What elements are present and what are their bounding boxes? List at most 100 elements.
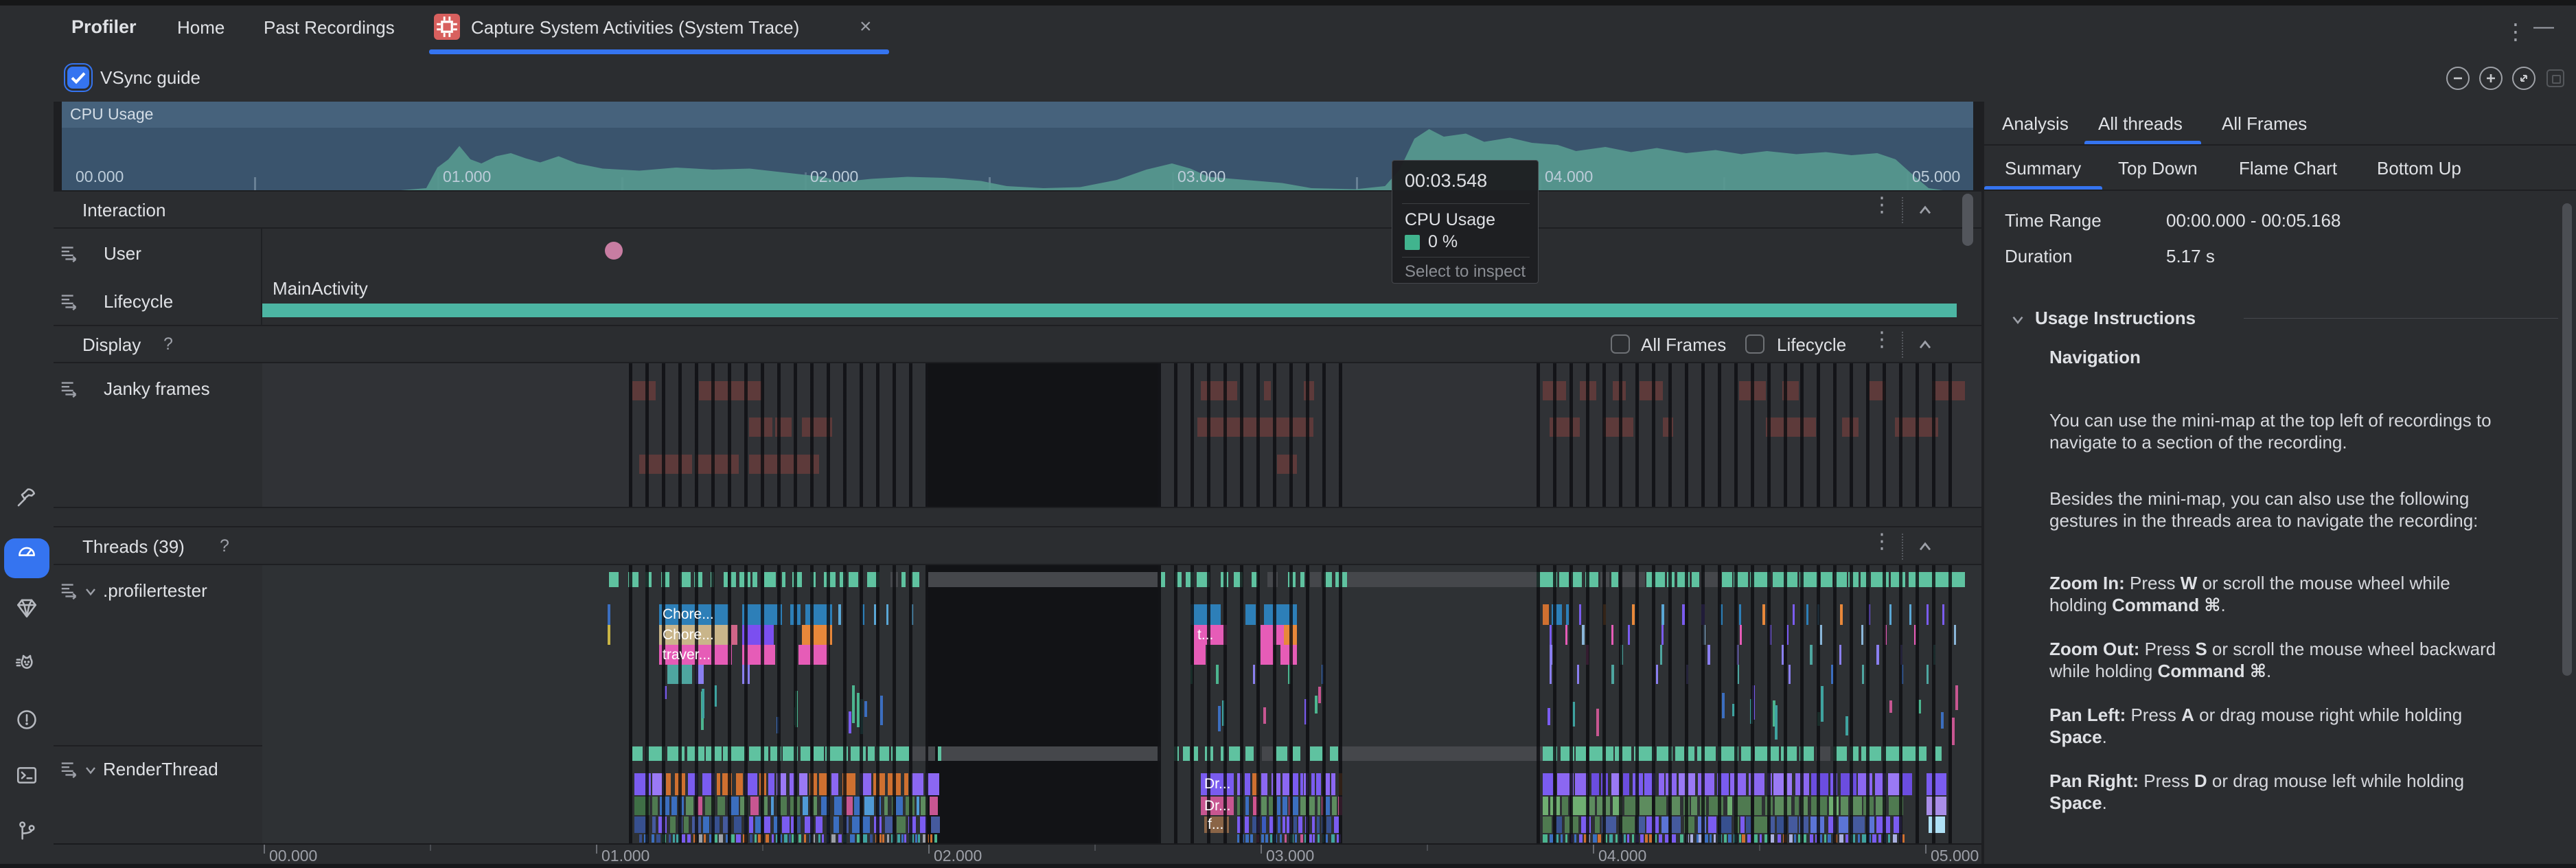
trace-event-block xyxy=(722,773,732,795)
renderthread-thread-track[interactable]: Dr...Dr...f... xyxy=(262,745,1981,843)
trace-event-block xyxy=(1309,797,1315,815)
cpu-minimap[interactable]: CPU Usage 00.00001.00002.00003.00004.000… xyxy=(62,102,1973,190)
trace-event-block xyxy=(1316,773,1321,795)
trace-event-block xyxy=(705,797,714,815)
lifecycle-track-label: Lifecycle xyxy=(104,291,173,312)
trace-event-block xyxy=(1621,572,1645,587)
display-section-header[interactable]: Display ? All Frames Lifecycle ⋮ xyxy=(54,325,1981,363)
trace-event-block xyxy=(1750,699,1753,724)
trace-event-block xyxy=(875,834,877,843)
track-config-icon[interactable] xyxy=(59,580,80,601)
zoom-in-button[interactable] xyxy=(2479,67,2503,90)
track-config-icon[interactable] xyxy=(59,378,80,399)
tab-past-recordings[interactable]: Past Recordings xyxy=(264,17,395,38)
running-devices-icon[interactable] xyxy=(15,652,38,676)
tab-capture-system-activities[interactable]: Capture System Activities (System Trace) xyxy=(471,17,799,38)
trace-event-block xyxy=(1660,645,1662,665)
trace-event-block xyxy=(851,746,866,761)
trace-event-block xyxy=(1918,700,1921,713)
trace-event-block xyxy=(901,572,906,587)
tab-home[interactable]: Home xyxy=(177,17,225,38)
instruction-key-text: Pan Right: xyxy=(2049,770,2139,791)
janky-frames-row[interactable]: Janky frames xyxy=(54,363,262,507)
problems-icon[interactable] xyxy=(15,708,38,731)
renderthread-thread-row[interactable]: RenderThread xyxy=(54,745,262,843)
display-more-icon[interactable]: ⋮ xyxy=(1872,335,1888,345)
display-help-icon[interactable]: ? xyxy=(163,334,173,354)
profilertester-thread-track[interactable]: Chore...Chore...t...traver... xyxy=(262,565,1981,745)
vsync-label[interactable]: VSync guide xyxy=(100,67,200,89)
tab-all-frames[interactable]: All Frames xyxy=(2222,113,2307,135)
all-frames-checkbox[interactable] xyxy=(1611,334,1630,354)
tooltip-value: 0 % xyxy=(1428,232,1458,252)
trace-event-block xyxy=(745,773,757,795)
terminal-icon[interactable] xyxy=(15,764,38,787)
trace-event-block xyxy=(744,816,747,833)
tab-analysis[interactable]: Analysis xyxy=(2002,113,2069,135)
trace-event-block xyxy=(876,746,889,761)
build-hammer-icon[interactable] xyxy=(15,486,38,509)
interaction-more-icon[interactable]: ⋮ xyxy=(1872,201,1888,210)
app-quality-insights-icon[interactable] xyxy=(15,597,38,620)
trace-event-block xyxy=(1666,773,1677,795)
version-control-icon[interactable] xyxy=(15,819,38,843)
section-spacer xyxy=(54,507,1981,526)
track-config-icon[interactable] xyxy=(59,291,80,312)
reset-zoom-button[interactable] xyxy=(2512,67,2535,90)
trace-event-block xyxy=(1707,645,1710,665)
window-more-icon[interactable]: ⋮ xyxy=(2505,21,2521,43)
trace-event-block xyxy=(1197,572,1210,587)
user-track-row[interactable]: User xyxy=(54,229,1981,277)
interaction-section-header[interactable]: Interaction ⋮ xyxy=(54,190,1981,229)
threads-help-icon[interactable]: ? xyxy=(220,536,229,556)
trace-event-block xyxy=(1218,706,1221,731)
trace-event-block xyxy=(676,834,680,843)
trace-event-block xyxy=(941,746,1160,761)
trace-event-block xyxy=(1661,625,1664,645)
usage-collapse-icon[interactable] xyxy=(2009,310,2027,328)
track-config-icon[interactable] xyxy=(59,243,80,264)
frame-selection-button[interactable] xyxy=(2546,69,2564,87)
all-frames-label[interactable]: All Frames xyxy=(1641,334,1726,356)
instruction-text: . xyxy=(2221,595,2226,615)
trace-event-block xyxy=(1640,834,1644,843)
mainactivity-lifecycle-bar[interactable] xyxy=(262,304,1957,317)
threads-collapse-icon[interactable] xyxy=(1916,538,1935,557)
axis-major-tick xyxy=(1261,845,1262,854)
trace-event-block xyxy=(854,797,860,815)
profilertester-thread-row[interactable]: .profilertester xyxy=(54,565,262,745)
trace-event-block xyxy=(1927,773,1946,795)
trace-event-block xyxy=(1263,707,1266,724)
window-minimize-icon[interactable]: — xyxy=(2533,15,2554,38)
tab-all-threads[interactable]: All threads xyxy=(2098,113,2183,135)
usage-instructions-title[interactable]: Usage Instructions xyxy=(2035,308,2196,329)
subtab-summary[interactable]: Summary xyxy=(2005,158,2081,179)
display-collapse-icon[interactable] xyxy=(1916,336,1935,355)
profiler-gauge-icon[interactable] xyxy=(15,541,38,564)
interaction-collapse-icon[interactable] xyxy=(1916,201,1935,220)
zoom-out-button[interactable] xyxy=(2446,67,2470,90)
panel-scrollbar[interactable] xyxy=(2562,203,2572,676)
track-config-icon[interactable] xyxy=(59,759,80,779)
user-interaction-event-dot[interactable] xyxy=(605,242,623,260)
trace-event-block xyxy=(1245,816,1249,833)
lifecycle-checkbox-label[interactable]: Lifecycle xyxy=(1777,334,1846,356)
lifecycle-checkbox[interactable] xyxy=(1745,334,1764,354)
subtab-top-down[interactable]: Top Down xyxy=(2118,158,2198,179)
close-tab-icon[interactable]: × xyxy=(860,15,872,38)
trace-event-block xyxy=(693,834,697,843)
threads-more-icon[interactable]: ⋮ xyxy=(1872,537,1888,547)
threads-section-header[interactable]: Threads (39) ? ⋮ xyxy=(54,526,1981,565)
trace-event-block xyxy=(901,834,904,843)
trace-event-block xyxy=(1760,834,1762,843)
expand-chevron-icon[interactable] xyxy=(82,583,99,599)
trace-event-block xyxy=(717,797,725,815)
subtab-flame-chart[interactable]: Flame Chart xyxy=(2239,158,2337,179)
janky-frames-track[interactable] xyxy=(262,363,1981,507)
vsync-checkbox[interactable] xyxy=(67,67,89,89)
expand-chevron-icon[interactable] xyxy=(82,762,99,778)
tracks-scrollbar[interactable] xyxy=(1962,194,1973,246)
trace-event-block xyxy=(1869,381,1885,400)
subtab-bottom-up[interactable]: Bottom Up xyxy=(2377,158,2461,179)
trace-event-block xyxy=(1778,834,1781,843)
